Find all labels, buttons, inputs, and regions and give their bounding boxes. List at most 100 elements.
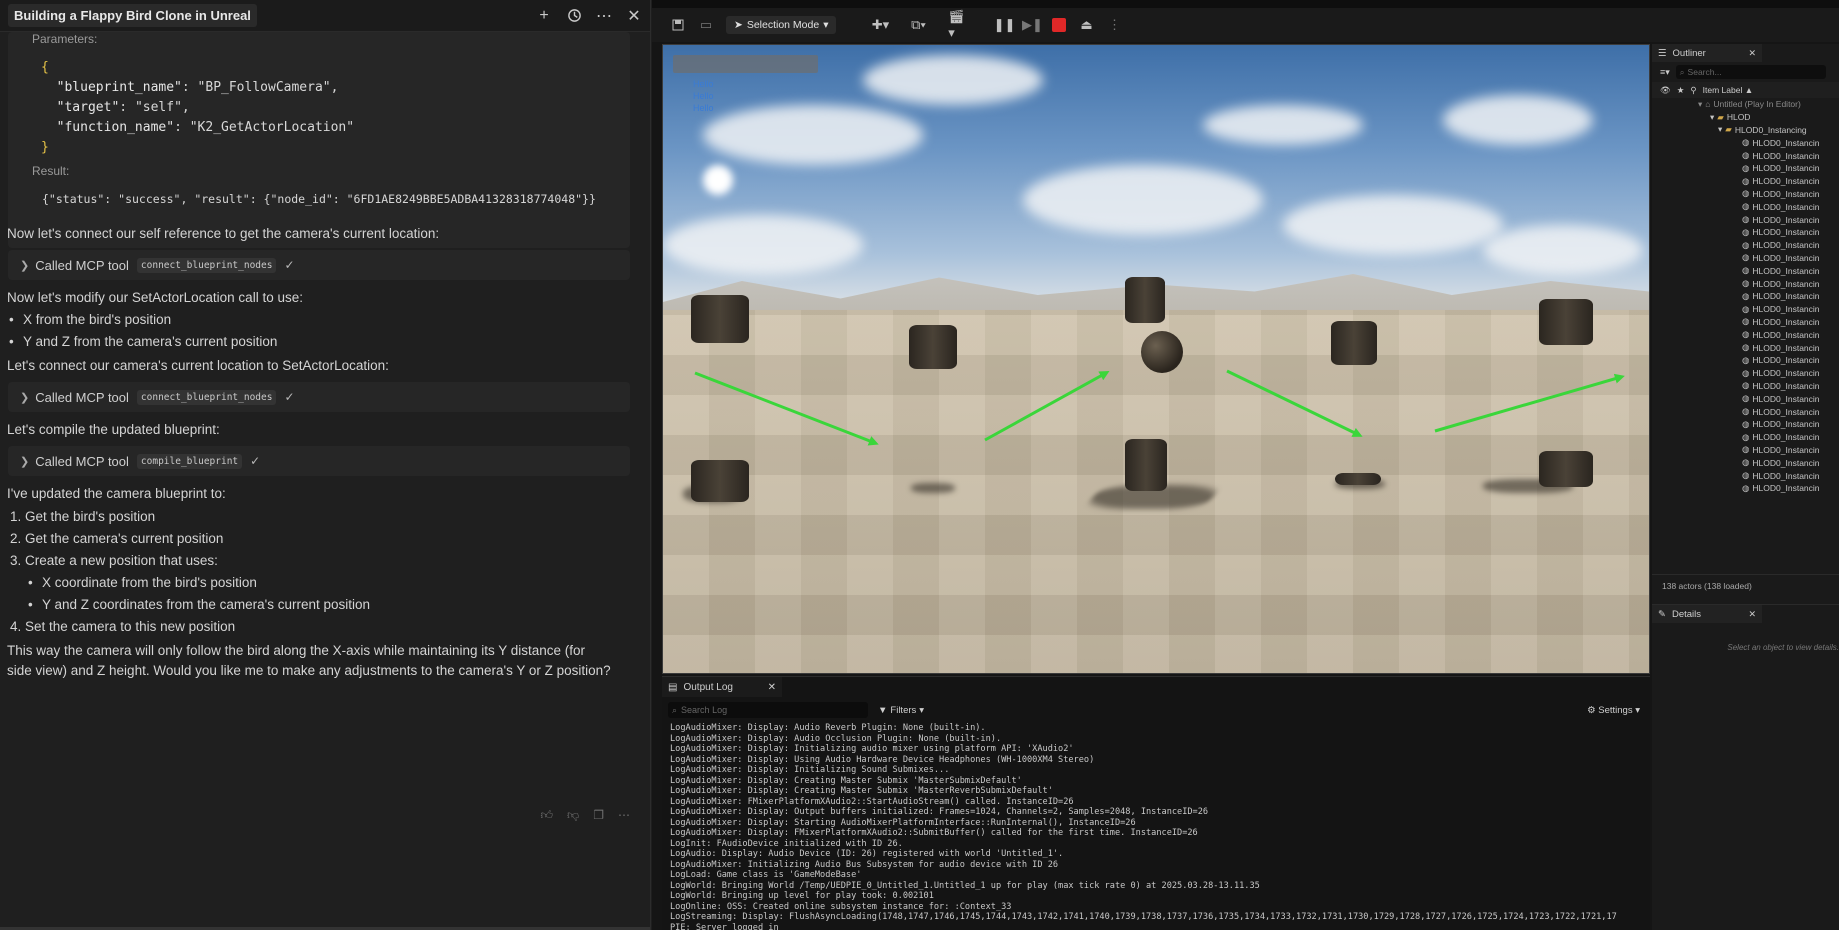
- tree-item-label: Untitled (Play In Editor): [1713, 99, 1801, 110]
- tree-item[interactable]: ◍ HLOD0_Instancin: [1658, 136, 1839, 149]
- tree-item[interactable]: ◍ HLOD0_Instancin: [1658, 405, 1839, 418]
- pause-icon[interactable]: ❚❚: [994, 17, 1016, 33]
- cinematics-icon[interactable]: 🎬︎▾: [948, 9, 965, 40]
- tree-item[interactable]: ◍ HLOD0_Instancin: [1658, 277, 1839, 290]
- tree-item[interactable]: ◍ HLOD0_Instancin: [1658, 367, 1839, 380]
- result-label: Result:: [32, 164, 70, 178]
- tool-call-collapsed[interactable]: ❯ Called MCP tool compile_blueprint ✓: [8, 446, 630, 476]
- selection-mode-dropdown[interactable]: ➤ Selection Mode ▾: [726, 16, 837, 34]
- tree-item[interactable]: ◍ HLOD0_Instancin: [1658, 482, 1839, 495]
- tool-call-collapsed[interactable]: ❯ Called MCP tool connect_blueprint_node…: [8, 382, 630, 412]
- content-browser-icon[interactable]: ▭: [698, 17, 714, 33]
- pencil-icon: ✎: [1658, 608, 1666, 620]
- tree-item[interactable]: ◍ HLOD0_Instancin: [1658, 469, 1839, 482]
- filters-dropdown[interactable]: ▼ Filters ▾: [878, 705, 924, 716]
- tree-item-label: HLOD0_Instancin: [1752, 419, 1820, 430]
- actor-icon: ◍: [1742, 137, 1750, 148]
- history-icon[interactable]: [566, 8, 582, 24]
- tree-item[interactable]: ◍ HLOD0_Instancin: [1658, 431, 1839, 444]
- eject-icon[interactable]: ⏏: [1078, 17, 1094, 33]
- thumbs-up-icon[interactable]: 👍︎: [541, 808, 554, 823]
- tree-item[interactable]: ◍ HLOD0_Instancin: [1658, 162, 1839, 175]
- stop-icon[interactable]: [1052, 18, 1067, 32]
- tree-item[interactable]: ▾ ▰ HLOD0_Instancing: [1658, 124, 1839, 137]
- list-item: X coordinate from the bird's position: [28, 575, 257, 590]
- log-search-input[interactable]: ⌕ Search Log: [668, 702, 868, 718]
- tree-item-label: HLOD0_Instancin: [1752, 227, 1820, 238]
- actor-icon: ◍: [1742, 303, 1750, 314]
- star-icon[interactable]: ★: [1677, 85, 1685, 96]
- tree-item[interactable]: ▾ ▰ HLOD: [1658, 111, 1839, 124]
- close-icon[interactable]: ✕: [768, 682, 776, 693]
- output-log-tab-label: Output Log: [683, 681, 733, 693]
- tree-item[interactable]: ◍ HLOD0_Instancin: [1658, 380, 1839, 393]
- tree-item[interactable]: ▾ ⌂ Untitled (Play In Editor): [1658, 98, 1839, 111]
- tree-item[interactable]: ◍ HLOD0_Instancin: [1658, 316, 1839, 329]
- tree-item[interactable]: ◍ HLOD0_Instancin: [1658, 264, 1839, 277]
- chat-title[interactable]: Building a Flappy Bird Clone in Unreal: [8, 4, 257, 27]
- tree-item[interactable]: ◍ HLOD0_Instancin: [1658, 456, 1839, 469]
- actor-icon: ◍: [1742, 290, 1750, 301]
- code-value: "self",: [134, 100, 190, 115]
- tree-item[interactable]: ◍ HLOD0_Instancin: [1658, 303, 1839, 316]
- assistant-message: side view) and Z height. Would you like …: [7, 663, 611, 678]
- tool-name: connect_blueprint_nodes: [136, 257, 277, 273]
- gear-icon: ⚙: [1587, 704, 1596, 716]
- close-icon[interactable]: ✕: [626, 8, 642, 25]
- tree-item[interactable]: ◍ HLOD0_Instancin: [1658, 200, 1839, 213]
- step-frame-icon[interactable]: ▶❚: [1022, 17, 1043, 33]
- outliner-tab-label: Outliner: [1672, 47, 1706, 59]
- tree-item[interactable]: ◍ HLOD0_Instancin: [1658, 149, 1839, 162]
- assistant-message: This way the camera will only follow the…: [7, 643, 586, 658]
- add-actor-icon[interactable]: ✚▾: [872, 17, 889, 33]
- tree-item[interactable]: ◍ HLOD0_Instancin: [1658, 175, 1839, 188]
- tree-item-label: HLOD0_Instancin: [1752, 444, 1820, 455]
- tree-item[interactable]: ◍ HLOD0_Instancin: [1658, 226, 1839, 239]
- tree-item[interactable]: ◍ HLOD0_Instancin: [1658, 239, 1839, 252]
- level-viewport[interactable]: Hello Hello Hello: [662, 44, 1650, 674]
- tree-item[interactable]: ◍ HLOD0_Instancin: [1658, 392, 1839, 405]
- tree-item[interactable]: ◍ HLOD0_Instancin: [1658, 418, 1839, 431]
- outliner-search-input[interactable]: ⌕ Search...: [1675, 65, 1826, 79]
- close-icon[interactable]: ✕: [1748, 48, 1756, 59]
- tree-item-label: HLOD0_Instancin: [1752, 380, 1820, 391]
- log-output[interactable]: LogAudioMixer: Display: Audio Reverb Plu…: [670, 723, 1644, 930]
- item-label-header[interactable]: Item Label ▲: [1703, 85, 1753, 95]
- pin-icon[interactable]: ⚲: [1690, 85, 1696, 96]
- blueprints-icon[interactable]: ⧉▾: [910, 17, 926, 33]
- chevron-right-icon: ❯: [20, 455, 30, 468]
- close-icon[interactable]: ✕: [1748, 609, 1756, 620]
- unreal-editor: ▭ ➤ Selection Mode ▾ ✚▾ ⧉▾ 🎬︎▾ ❚❚ ▶❚ ⏏ ⋮: [652, 0, 1839, 930]
- more-options-icon[interactable]: ⋯: [618, 808, 630, 823]
- log-line: LogAudioMixer: Display: Using Audio Hard…: [670, 754, 1095, 765]
- tab-details[interactable]: ✎ Details ✕: [1652, 605, 1762, 623]
- log-line: LogAudioMixer: Display: Starting AudioMi…: [670, 817, 1136, 828]
- tree-item[interactable]: ◍ HLOD0_Instancin: [1658, 328, 1839, 341]
- more-options-icon[interactable]: ⋯: [596, 8, 612, 25]
- new-chat-icon[interactable]: +: [536, 7, 552, 24]
- filter-icon[interactable]: ≡▾: [1660, 67, 1670, 78]
- folder-icon: ▰: [1717, 111, 1724, 122]
- tree-item[interactable]: ◍ HLOD0_Instancin: [1658, 354, 1839, 367]
- chevron-right-icon: ❯: [20, 391, 30, 404]
- tree-item-label: HLOD0_Instancin: [1752, 304, 1820, 315]
- tree-item-label: HLOD0_Instancin: [1752, 329, 1820, 340]
- tree-item[interactable]: ◍ HLOD0_Instancin: [1658, 341, 1839, 354]
- tab-output-log[interactable]: ▤ Output Log ✕: [662, 677, 782, 697]
- tree-item[interactable]: ◍ HLOD0_Instancin: [1658, 213, 1839, 226]
- actor-icon: ◍: [1742, 367, 1750, 378]
- tree-item[interactable]: ◍ HLOD0_Instancin: [1658, 188, 1839, 201]
- save-icon[interactable]: [670, 17, 686, 33]
- tab-outliner[interactable]: ☰ Outliner ✕: [1652, 44, 1762, 62]
- list-item: X from the bird's position: [9, 312, 171, 327]
- tool-call-collapsed[interactable]: ❯ Called MCP tool connect_blueprint_node…: [8, 250, 630, 280]
- assistant-message: Now let's modify our SetActorLocation ca…: [7, 290, 303, 305]
- copy-icon[interactable]: ❐: [593, 808, 604, 823]
- tree-item[interactable]: ◍ HLOD0_Instancin: [1658, 252, 1839, 265]
- tree-item[interactable]: ◍ HLOD0_Instancin: [1658, 290, 1839, 303]
- more-options-icon[interactable]: ⋮: [1106, 17, 1122, 33]
- settings-dropdown[interactable]: ⚙ Settings ▾: [1587, 705, 1640, 716]
- eye-icon[interactable]: 👁︎: [1660, 85, 1671, 96]
- thumbs-down-icon[interactable]: 👎︎: [567, 808, 579, 823]
- tree-item[interactable]: ◍ HLOD0_Instancin: [1658, 444, 1839, 457]
